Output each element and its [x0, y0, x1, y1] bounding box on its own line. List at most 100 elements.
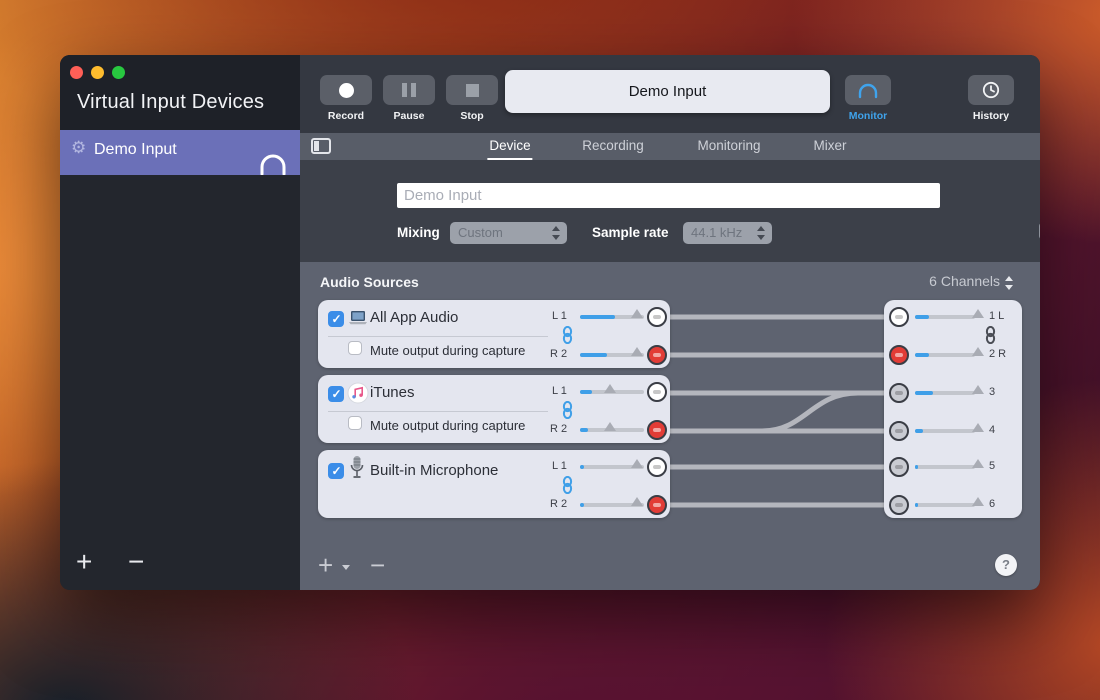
laptop-icon	[348, 309, 368, 327]
audio-sources-section: Audio Sources 6 Channels	[300, 262, 1040, 590]
record-button[interactable]	[320, 75, 372, 105]
channel-input-port[interactable]	[889, 307, 909, 327]
history-button[interactable]	[968, 75, 1014, 105]
link-channels-icon[interactable]	[561, 401, 574, 419]
left-output-port[interactable]	[647, 307, 667, 327]
right-volume-slider[interactable]	[631, 497, 643, 506]
stop-button-label: Stop	[437, 110, 507, 122]
right-output-port[interactable]	[647, 420, 667, 440]
mixing-select-value: Custom	[458, 225, 503, 240]
channel-input-port[interactable]	[889, 345, 909, 365]
window-title: Virtual Input Devices	[77, 91, 264, 114]
link-channels-icon[interactable]	[561, 476, 574, 494]
pause-button-label: Pause	[374, 110, 444, 122]
channel-label: 6	[989, 498, 995, 510]
mute-checkbox[interactable]	[348, 416, 362, 430]
left-volume-slider[interactable]	[631, 459, 643, 468]
left-channel-label: L 1	[552, 310, 567, 322]
tab-bar: Device Recording Monitoring Mixer	[300, 133, 1040, 160]
channel-volume-slider[interactable]	[972, 385, 984, 394]
source-enabled-checkbox[interactable]	[328, 386, 344, 402]
traffic-lights	[70, 66, 125, 79]
desktop-wallpaper: Virtual Input Devices ⚙ Demo Input + −	[0, 0, 1100, 700]
remove-device-button[interactable]: −	[128, 546, 144, 578]
zoom-window-button[interactable]	[112, 66, 125, 79]
right-channel-label: R 2	[550, 498, 567, 510]
mute-label: Mute output during capture	[370, 343, 525, 358]
device-name-input[interactable]	[397, 183, 940, 208]
sidebar-header: Virtual Input Devices	[60, 55, 300, 130]
sample-rate-select[interactable]: 44.1 kHz	[683, 222, 772, 244]
left-channel-label: L 1	[552, 460, 567, 472]
itunes-icon	[347, 382, 369, 404]
sidebar-toggle-icon[interactable]	[311, 138, 331, 154]
mixing-select[interactable]: Custom	[450, 222, 567, 244]
tab-monitoring[interactable]: Monitoring	[695, 133, 762, 160]
mute-checkbox[interactable]	[348, 341, 362, 355]
mute-label: Mute output during capture	[370, 418, 525, 433]
divider	[328, 411, 548, 412]
right-volume-slider[interactable]	[604, 422, 616, 431]
right-output-port[interactable]	[647, 495, 667, 515]
left-volume-slider[interactable]	[631, 309, 643, 318]
right-channel-label: R 2	[550, 348, 567, 360]
channel-input-port[interactable]	[889, 457, 909, 477]
right-volume-slider[interactable]	[631, 347, 643, 356]
channel-volume-slider[interactable]	[972, 347, 984, 356]
channel-volume-slider[interactable]	[972, 309, 984, 318]
link-channels-icon[interactable]	[984, 326, 997, 344]
pause-icon	[402, 83, 416, 97]
gear-icon: ⚙	[71, 138, 86, 158]
channel-volume-slider[interactable]	[972, 497, 984, 506]
stop-button[interactable]	[446, 75, 498, 105]
channel-input-port[interactable]	[889, 383, 909, 403]
channel-input-port[interactable]	[889, 495, 909, 515]
left-output-port[interactable]	[647, 457, 667, 477]
divider	[328, 336, 548, 337]
tab-mixer[interactable]: Mixer	[812, 133, 849, 160]
stepper-icon	[552, 225, 561, 241]
left-volume-slider[interactable]	[604, 384, 616, 393]
main-panel: Record Pause Stop Demo Input Monitor	[300, 55, 1040, 590]
channel-label: 5	[989, 460, 995, 472]
source-enabled-checkbox[interactable]	[328, 311, 344, 327]
toolbar: Record Pause Stop Demo Input Monitor	[300, 55, 1040, 133]
channel-label: 4	[989, 424, 995, 436]
tab-recording[interactable]: Recording	[580, 133, 646, 160]
record-icon	[339, 83, 354, 98]
add-device-button[interactable]: +	[76, 546, 92, 578]
playthrough-checkbox[interactable]	[1039, 223, 1040, 239]
source-card-built-in-microphone: Built-in Microphone L 1 R 2	[318, 450, 670, 518]
right-channel-label: R 2	[550, 423, 567, 435]
minimize-window-button[interactable]	[91, 66, 104, 79]
link-channels-icon[interactable]	[561, 326, 574, 344]
close-window-button[interactable]	[70, 66, 83, 79]
monitor-headphones-icon	[857, 82, 879, 99]
channel-label: 2 R	[989, 348, 1006, 360]
monitor-button[interactable]	[845, 75, 891, 105]
pause-button[interactable]	[383, 75, 435, 105]
source-name: iTunes	[370, 384, 414, 401]
mixing-label: Mixing	[397, 225, 440, 240]
source-enabled-checkbox[interactable]	[328, 463, 344, 479]
channel-volume-slider[interactable]	[972, 459, 984, 468]
sidebar-item-demo-input[interactable]: ⚙ Demo Input	[60, 130, 300, 175]
device-title-button[interactable]: Demo Input	[505, 70, 830, 113]
clock-icon	[982, 81, 1000, 99]
channel-meter	[915, 465, 975, 469]
sample-rate-label: Sample rate	[592, 225, 669, 240]
stepper-icon	[757, 225, 766, 241]
source-card-itunes: iTunes Mute output during capture L 1 R	[318, 375, 670, 443]
device-config: Mixing Custom Sample rate 44.1 kHz Playt…	[300, 160, 1040, 262]
sample-rate-select-value: 44.1 kHz	[691, 225, 742, 240]
channel-meter	[915, 391, 975, 395]
source-card-all-app-audio: All App Audio Mute output during capture…	[318, 300, 670, 368]
right-output-port[interactable]	[647, 345, 667, 365]
channel-input-port[interactable]	[889, 421, 909, 441]
stop-icon	[466, 84, 479, 97]
channel-volume-slider[interactable]	[972, 423, 984, 432]
left-output-port[interactable]	[647, 382, 667, 402]
channel-label: 3	[989, 386, 995, 398]
tab-device[interactable]: Device	[487, 133, 532, 160]
record-button-label: Record	[311, 110, 381, 122]
